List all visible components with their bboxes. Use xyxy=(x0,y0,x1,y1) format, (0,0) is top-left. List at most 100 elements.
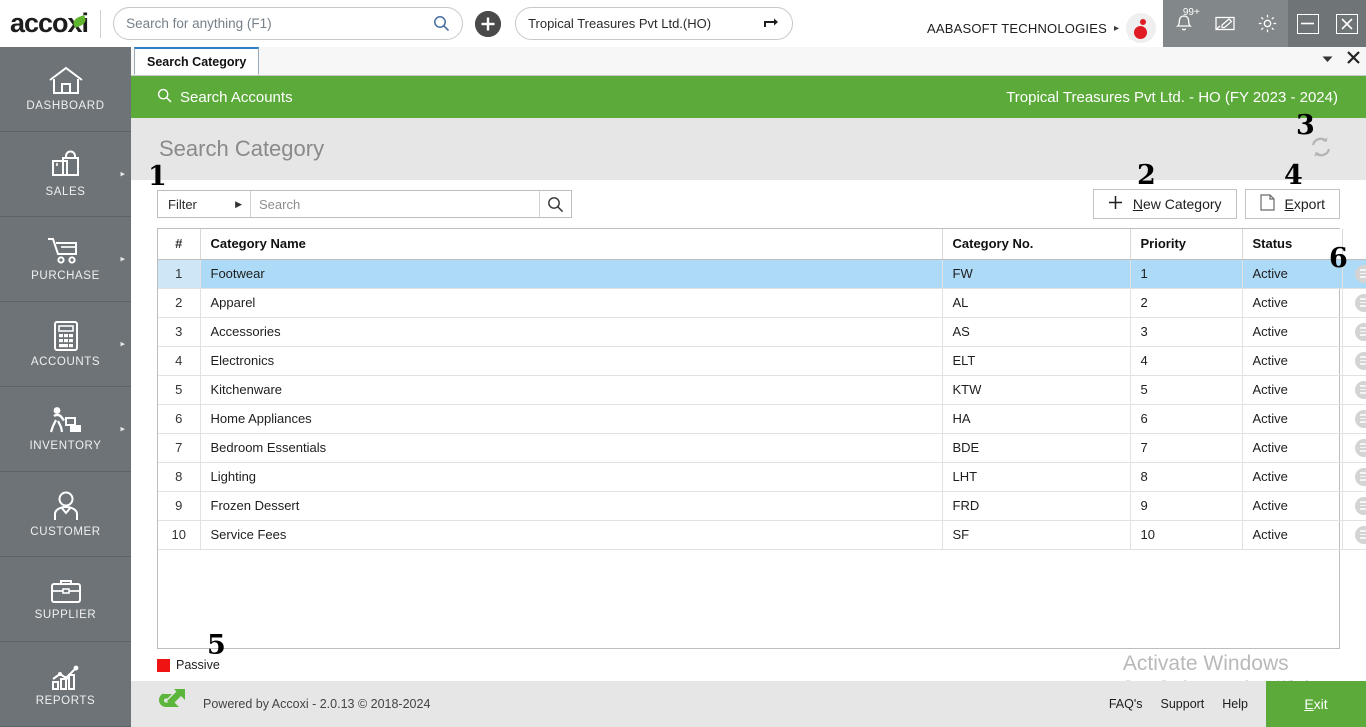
accoxi-arrow-logo xyxy=(157,687,189,722)
cell-index: 5 xyxy=(158,375,200,404)
support-link[interactable]: Support xyxy=(1161,697,1205,711)
app-body: DASHBOARD SALES ▸ PURCHASE ▸ xyxy=(0,47,1366,727)
row-menu-icon[interactable] xyxy=(1355,439,1366,457)
sidebar-item-sales[interactable]: SALES ▸ xyxy=(0,132,131,217)
footer-bar: Powered by Accoxi - 2.0.13 © 2018-2024 F… xyxy=(131,681,1366,727)
company-selector[interactable]: Tropical Treasures Pvt Ltd.(HO) xyxy=(515,7,793,40)
sidebar-item-purchase[interactable]: PURCHASE ▸ xyxy=(0,217,131,302)
passive-color-swatch xyxy=(157,659,170,672)
table-row[interactable]: 7Bedroom EssentialsBDE7Active xyxy=(158,433,1366,462)
sidebar: DASHBOARD SALES ▸ PURCHASE ▸ xyxy=(0,47,131,727)
page-header: Search Category xyxy=(131,118,1366,180)
sidebar-item-dashboard[interactable]: DASHBOARD xyxy=(0,47,131,132)
organisation-name: AABASOFT TECHNOLOGIES xyxy=(927,21,1107,36)
table-row[interactable]: 1FootwearFW1Active xyxy=(158,259,1366,288)
search-icon[interactable] xyxy=(433,15,450,32)
help-link[interactable]: Help xyxy=(1222,697,1248,711)
close-icon[interactable] xyxy=(1347,51,1360,67)
cell-priority: 2 xyxy=(1130,288,1242,317)
cell-priority: 3 xyxy=(1130,317,1242,346)
table-row[interactable]: 6Home AppliancesHA6Active xyxy=(158,404,1366,433)
column-header-priority[interactable]: Priority xyxy=(1130,229,1242,259)
column-header-category-no[interactable]: Category No. xyxy=(942,229,1130,259)
sidebar-item-supplier[interactable]: SUPPLIER xyxy=(0,557,131,642)
sidebar-item-reports[interactable]: REPORTS xyxy=(0,642,131,727)
avatar[interactable] xyxy=(1126,13,1156,43)
new-category-label-rest: ew Category xyxy=(1143,196,1222,212)
avatar-dot-large xyxy=(1134,26,1147,39)
add-new-button[interactable] xyxy=(475,11,501,37)
column-header-index[interactable]: # xyxy=(158,229,200,259)
table-row[interactable]: 2ApparelAL2Active xyxy=(158,288,1366,317)
chevron-right-icon: ▸ xyxy=(120,424,125,435)
search-icon xyxy=(157,88,172,107)
global-search[interactable] xyxy=(113,7,463,40)
chevron-down-icon[interactable] xyxy=(1322,52,1333,66)
row-menu-icon[interactable] xyxy=(1355,526,1366,544)
cell-status: Active xyxy=(1242,375,1342,404)
cell-index: 8 xyxy=(158,462,200,491)
minimize-button[interactable] xyxy=(1297,14,1319,34)
cell-category-no: FW xyxy=(942,259,1130,288)
exit-button[interactable]: Exit xyxy=(1266,681,1366,727)
cell-index: 6 xyxy=(158,404,200,433)
row-menu-icon[interactable] xyxy=(1355,410,1366,428)
row-menu-icon[interactable] xyxy=(1355,323,1366,341)
cell-category-no: FRD xyxy=(942,491,1130,520)
sidebar-item-customer[interactable]: CUSTOMER xyxy=(0,472,131,557)
cell-category-name: Apparel xyxy=(200,288,942,317)
cell-status: Active xyxy=(1242,433,1342,462)
column-header-category-name[interactable]: Category Name xyxy=(200,229,942,259)
notification-badge: 99+ xyxy=(1183,7,1200,18)
column-header-status[interactable]: Status xyxy=(1242,229,1342,259)
close-button[interactable] xyxy=(1336,14,1358,34)
cell-index: 3 xyxy=(158,317,200,346)
cell-actions xyxy=(1342,317,1366,346)
sidebar-item-label: PURCHASE xyxy=(31,270,100,282)
sidebar-item-label: DASHBOARD xyxy=(26,100,104,112)
row-menu-icon[interactable] xyxy=(1355,352,1366,370)
annotation-marker-5: 5 xyxy=(207,632,226,659)
cell-actions xyxy=(1342,462,1366,491)
table-row[interactable]: 4ElectronicsELT4Active xyxy=(158,346,1366,375)
row-menu-icon[interactable] xyxy=(1355,381,1366,399)
sidebar-item-inventory[interactable]: INVENTORY ▸ xyxy=(0,387,131,472)
cell-status: Active xyxy=(1242,259,1342,288)
global-search-input[interactable] xyxy=(126,16,433,31)
powered-by-text: Powered by Accoxi - 2.0.13 © 2018-2024 xyxy=(203,697,430,711)
module-title: Search Accounts xyxy=(180,89,293,106)
row-menu-icon[interactable] xyxy=(1355,294,1366,312)
cell-index: 2 xyxy=(158,288,200,317)
cell-category-name: Frozen Dessert xyxy=(200,491,942,520)
organisation-switcher[interactable]: AABASOFT TECHNOLOGIES ▸ xyxy=(927,13,1156,43)
table-row[interactable]: 9Frozen DessertFRD9Active xyxy=(158,491,1366,520)
tab-search-category[interactable]: Search Category xyxy=(134,47,259,75)
search-submit-button[interactable] xyxy=(539,191,571,217)
row-menu-icon[interactable] xyxy=(1355,265,1366,283)
cell-status: Active xyxy=(1242,346,1342,375)
cell-priority: 10 xyxy=(1130,520,1242,549)
table-empty-space xyxy=(158,550,1339,649)
table-row[interactable]: 8LightingLHT8Active xyxy=(158,462,1366,491)
accoxi-logo[interactable]: accoxi xyxy=(0,8,100,39)
cell-index: 4 xyxy=(158,346,200,375)
row-menu-icon[interactable] xyxy=(1355,468,1366,486)
cell-category-no: BDE xyxy=(942,433,1130,462)
filter-dropdown[interactable]: Filter ▶ xyxy=(158,191,250,217)
sidebar-item-accounts[interactable]: ACCOUNTS ▸ xyxy=(0,302,131,387)
table-row[interactable]: 10Service FeesSF10Active xyxy=(158,520,1366,549)
new-category-button[interactable]: New Category xyxy=(1093,189,1237,219)
switch-company-icon[interactable] xyxy=(762,16,780,32)
table-row[interactable]: 5KitchenwareKTW5Active xyxy=(158,375,1366,404)
table-row[interactable]: 3AccessoriesAS3Active xyxy=(158,317,1366,346)
export-button[interactable]: Export xyxy=(1245,189,1340,219)
notifications-button[interactable]: 99+ xyxy=(1169,9,1199,39)
settings-button[interactable] xyxy=(1252,9,1282,39)
search-input[interactable] xyxy=(251,191,539,217)
cell-category-name: Bedroom Essentials xyxy=(200,433,942,462)
cell-category-name: Service Fees xyxy=(200,520,942,549)
warehouse-worker-icon xyxy=(47,406,85,436)
faq-link[interactable]: FAQ's xyxy=(1109,697,1143,711)
messages-button[interactable] xyxy=(1210,9,1240,39)
row-menu-icon[interactable] xyxy=(1355,497,1366,515)
